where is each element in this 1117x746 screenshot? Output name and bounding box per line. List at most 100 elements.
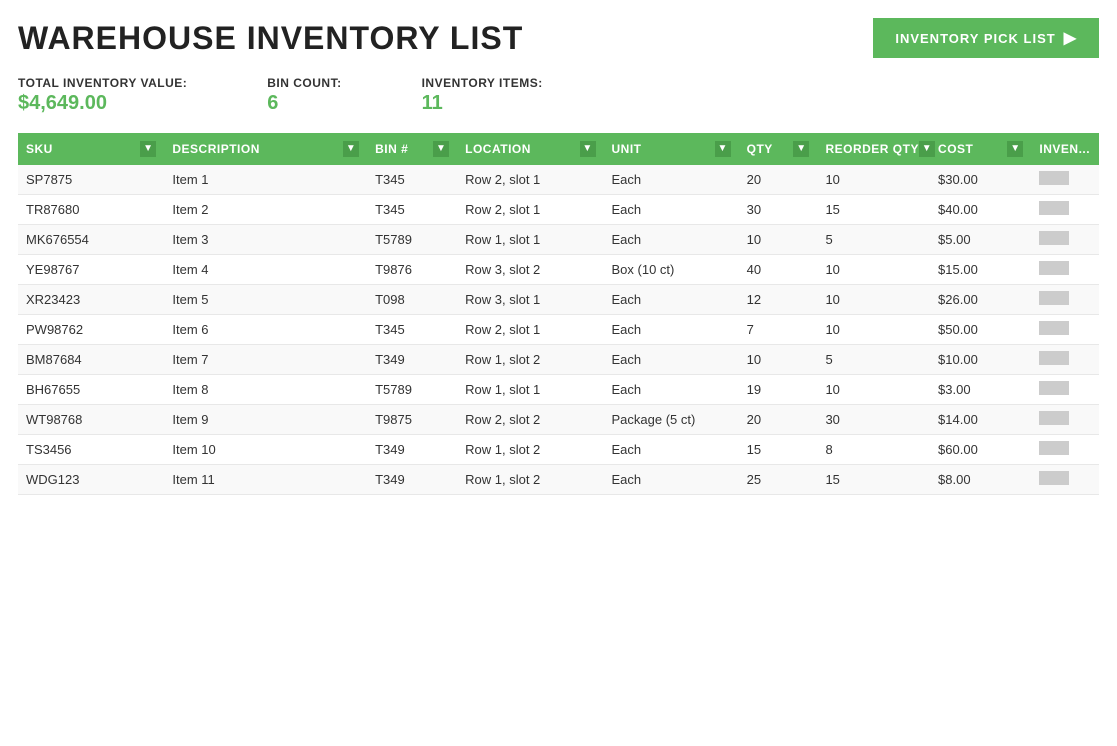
sku-filter-icon[interactable]: ▼: [140, 141, 156, 157]
cell-description: Item 4: [164, 255, 367, 285]
cell-inventory: [1031, 435, 1099, 465]
inventory-bar: [1039, 411, 1069, 425]
cell-unit: Each: [604, 345, 739, 375]
table-row: BH67655Item 8T5789Row 1, slot 1Each1910$…: [18, 375, 1099, 405]
table-row: YE98767Item 4T9876Row 3, slot 2Box (10 c…: [18, 255, 1099, 285]
cell-cost: $14.00: [930, 405, 1031, 435]
cell-reorder_qty: 10: [817, 255, 930, 285]
cell-location: Row 1, slot 2: [457, 435, 603, 465]
cell-unit: Box (10 ct): [604, 255, 739, 285]
cell-unit: Each: [604, 165, 739, 195]
cell-reorder_qty: 10: [817, 315, 930, 345]
cell-inventory: [1031, 195, 1099, 225]
inventory-bar: [1039, 351, 1069, 365]
cell-bin: T9876: [367, 255, 457, 285]
cell-sku: BM87684: [18, 345, 164, 375]
cell-location: Row 2, slot 1: [457, 315, 603, 345]
cell-qty: 10: [739, 225, 818, 255]
cell-cost: $15.00: [930, 255, 1031, 285]
page-wrapper: WAREHOUSE INVENTORY LIST INVENTORY PICK …: [0, 0, 1117, 746]
cell-inventory: [1031, 345, 1099, 375]
col-header-reorder-qty[interactable]: REORDER QTY ▼: [817, 133, 930, 165]
cell-bin: T345: [367, 195, 457, 225]
cell-bin: T345: [367, 165, 457, 195]
cell-bin: T345: [367, 315, 457, 345]
inventory-bar: [1039, 171, 1069, 185]
cell-description: Item 10: [164, 435, 367, 465]
stats-row: TOTAL INVENTORY VALUE: $4,649.00 BIN COU…: [18, 76, 1099, 115]
cell-location: Row 3, slot 2: [457, 255, 603, 285]
pick-list-label: INVENTORY PICK LIST: [895, 31, 1055, 46]
cell-cost: $26.00: [930, 285, 1031, 315]
cell-description: Item 5: [164, 285, 367, 315]
cell-location: Row 2, slot 2: [457, 405, 603, 435]
cell-reorder_qty: 10: [817, 375, 930, 405]
cell-reorder_qty: 15: [817, 465, 930, 495]
location-filter-icon[interactable]: ▼: [580, 141, 596, 157]
cell-inventory: [1031, 465, 1099, 495]
cell-sku: PW98762: [18, 315, 164, 345]
total-inventory-value: $4,649.00: [18, 92, 187, 115]
qty-filter-icon[interactable]: ▼: [793, 141, 809, 157]
cell-bin: T5789: [367, 225, 457, 255]
cell-qty: 25: [739, 465, 818, 495]
cell-reorder_qty: 10: [817, 165, 930, 195]
cell-qty: 12: [739, 285, 818, 315]
cell-description: Item 3: [164, 225, 367, 255]
cell-reorder_qty: 8: [817, 435, 930, 465]
col-header-unit[interactable]: UNIT ▼: [604, 133, 739, 165]
cell-location: Row 1, slot 1: [457, 225, 603, 255]
cell-qty: 7: [739, 315, 818, 345]
table-row: WDG123Item 11T349Row 1, slot 2Each2515$8…: [18, 465, 1099, 495]
inventory-bar: [1039, 381, 1069, 395]
cell-location: Row 1, slot 1: [457, 375, 603, 405]
col-header-inventory[interactable]: INVEN...: [1031, 133, 1099, 165]
col-header-description[interactable]: DESCRIPTION ▼: [164, 133, 367, 165]
cost-filter-icon[interactable]: ▼: [1007, 141, 1023, 157]
inventory-table-wrapper: SKU ▼ DESCRIPTION ▼ BIN # ▼: [18, 133, 1099, 495]
col-header-qty[interactable]: QTY ▼: [739, 133, 818, 165]
unit-filter-icon[interactable]: ▼: [715, 141, 731, 157]
inventory-items-value: 11: [422, 92, 543, 115]
cell-description: Item 2: [164, 195, 367, 225]
header: WAREHOUSE INVENTORY LIST INVENTORY PICK …: [18, 18, 1099, 58]
col-header-location[interactable]: LOCATION ▼: [457, 133, 603, 165]
cell-cost: $30.00: [930, 165, 1031, 195]
cell-qty: 15: [739, 435, 818, 465]
inventory-items-label: INVENTORY ITEMS:: [422, 76, 543, 90]
cell-unit: Each: [604, 315, 739, 345]
bin-filter-icon[interactable]: ▼: [433, 141, 449, 157]
cell-unit: Each: [604, 225, 739, 255]
bin-count-value: 6: [267, 92, 341, 115]
table-row: SP7875Item 1T345Row 2, slot 1Each2010$30…: [18, 165, 1099, 195]
inventory-bar: [1039, 291, 1069, 305]
cell-description: Item 7: [164, 345, 367, 375]
total-inventory-label: TOTAL INVENTORY VALUE:: [18, 76, 187, 90]
pick-list-button[interactable]: INVENTORY PICK LIST ▶: [873, 18, 1099, 58]
cell-cost: $40.00: [930, 195, 1031, 225]
cell-cost: $8.00: [930, 465, 1031, 495]
inventory-items-block: INVENTORY ITEMS: 11: [422, 76, 543, 115]
cell-sku: WT98768: [18, 405, 164, 435]
cell-cost: $10.00: [930, 345, 1031, 375]
table-row: WT98768Item 9T9875Row 2, slot 2Package (…: [18, 405, 1099, 435]
bin-count-block: BIN COUNT: 6: [267, 76, 341, 115]
cell-description: Item 9: [164, 405, 367, 435]
cell-qty: 19: [739, 375, 818, 405]
cell-reorder_qty: 30: [817, 405, 930, 435]
cell-inventory: [1031, 255, 1099, 285]
cell-unit: Package (5 ct): [604, 405, 739, 435]
inventory-bar: [1039, 231, 1069, 245]
cell-qty: 40: [739, 255, 818, 285]
cell-sku: WDG123: [18, 465, 164, 495]
col-header-cost[interactable]: COST ▼: [930, 133, 1031, 165]
cell-unit: Each: [604, 195, 739, 225]
inventory-bar: [1039, 471, 1069, 485]
table-header-row: SKU ▼ DESCRIPTION ▼ BIN # ▼: [18, 133, 1099, 165]
cell-reorder_qty: 5: [817, 345, 930, 375]
cell-bin: T349: [367, 435, 457, 465]
col-header-bin[interactable]: BIN # ▼: [367, 133, 457, 165]
col-header-sku[interactable]: SKU ▼: [18, 133, 164, 165]
description-filter-icon[interactable]: ▼: [343, 141, 359, 157]
cell-location: Row 1, slot 2: [457, 345, 603, 375]
